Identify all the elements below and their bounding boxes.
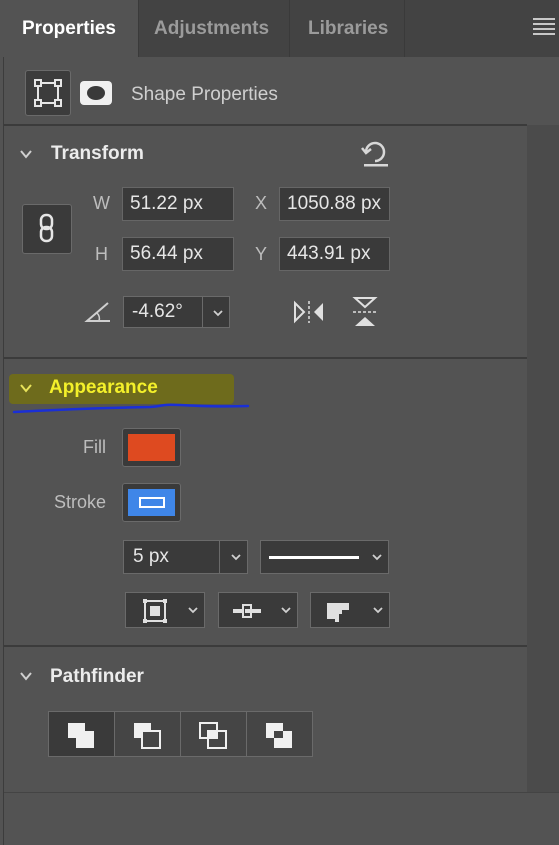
angle-value: -4.62° <box>132 301 183 322</box>
angle-icon <box>84 302 110 322</box>
chevron-down-icon[interactable] <box>20 382 32 394</box>
fill-swatch <box>128 434 175 461</box>
annotation-underline <box>12 403 250 414</box>
tab-adjustments-label: Adjustments <box>154 17 270 39</box>
chevron-down-icon <box>281 607 291 614</box>
flip-horizontal-icon[interactable] <box>292 299 326 325</box>
shape-properties-title: Shape Properties <box>131 84 278 105</box>
stroke-style-dropdown[interactable] <box>260 540 389 574</box>
reset-transform-icon[interactable] <box>360 140 390 168</box>
angle-dropdown[interactable]: -4.62° <box>123 296 230 328</box>
stroke-corner-icon <box>327 603 351 624</box>
x-position-input[interactable]: 1050.88 px <box>279 187 390 221</box>
divider <box>4 357 527 359</box>
stroke-width-value: 5 px <box>133 546 169 567</box>
stroke-cap-dropdown[interactable] <box>218 592 298 628</box>
exclude-icon <box>266 723 292 748</box>
shape-bounding-box-button[interactable] <box>25 70 71 116</box>
tab-libraries-label: Libraries <box>308 17 389 39</box>
scrollbar-track[interactable] <box>527 125 559 793</box>
chevron-down-icon[interactable] <box>20 148 32 160</box>
chevron-down-icon <box>231 554 241 561</box>
panel-left-border <box>3 57 4 845</box>
stroke-cap-icon <box>233 604 261 618</box>
fill-color-button[interactable] <box>122 428 181 467</box>
subtract-icon <box>134 723 161 749</box>
transform-title[interactable]: Transform <box>51 143 144 165</box>
flip-vertical-icon[interactable] <box>351 295 379 329</box>
tab-properties-label: Properties <box>22 17 116 39</box>
chevron-down-icon[interactable] <box>20 670 32 682</box>
link-icon <box>39 213 54 243</box>
stroke-width-dropdown[interactable]: 5 px <box>123 540 248 574</box>
height-label: H <box>95 244 108 264</box>
pathfinder-button-group <box>48 711 313 757</box>
panel-bottom-border <box>4 792 559 793</box>
stroke-corner-dropdown[interactable] <box>310 592 390 628</box>
tab-properties[interactable]: Properties <box>0 0 139 57</box>
tab-adjustments[interactable]: Adjustments <box>139 0 290 57</box>
divider <box>4 124 527 126</box>
unite-icon <box>68 723 94 748</box>
stroke-align-dropdown[interactable] <box>125 592 205 628</box>
tab-libraries[interactable]: Libraries <box>290 0 405 57</box>
fill-label: Fill <box>83 437 106 457</box>
height-input[interactable]: 56.44 px <box>122 237 234 271</box>
intersect-icon <box>199 722 227 749</box>
link-dimensions-button[interactable] <box>22 204 72 254</box>
bounding-box-icon <box>34 79 62 107</box>
mask-icon[interactable] <box>79 80 113 106</box>
x-label: X <box>255 193 268 213</box>
stroke-color-button[interactable] <box>122 483 181 522</box>
y-label: Y <box>255 244 268 264</box>
width-input[interactable]: 51.22 px <box>122 187 234 221</box>
y-position-input[interactable]: 443.91 px <box>279 237 390 271</box>
exclude-shapes-button[interactable] <box>247 712 312 756</box>
panel-menu-icon[interactable] <box>533 18 555 38</box>
stroke-align-icon <box>143 599 167 623</box>
subtract-shapes-button[interactable] <box>115 712 181 756</box>
divider <box>4 645 527 647</box>
intersect-shapes-button[interactable] <box>181 712 247 756</box>
solid-line-preview <box>269 556 359 559</box>
chevron-down-icon <box>373 607 383 614</box>
chevron-down-icon <box>188 607 198 614</box>
stroke-label: Stroke <box>54 492 107 512</box>
pathfinder-title[interactable]: Pathfinder <box>50 666 144 688</box>
chevron-down-icon <box>372 554 382 561</box>
panel-tab-bar: Properties Adjustments Libraries <box>0 0 559 57</box>
unite-shapes-button[interactable] <box>49 712 115 756</box>
width-label: W <box>93 193 110 213</box>
stroke-swatch <box>128 489 175 516</box>
chevron-down-icon <box>213 310 223 317</box>
appearance-title[interactable]: Appearance <box>49 377 158 399</box>
